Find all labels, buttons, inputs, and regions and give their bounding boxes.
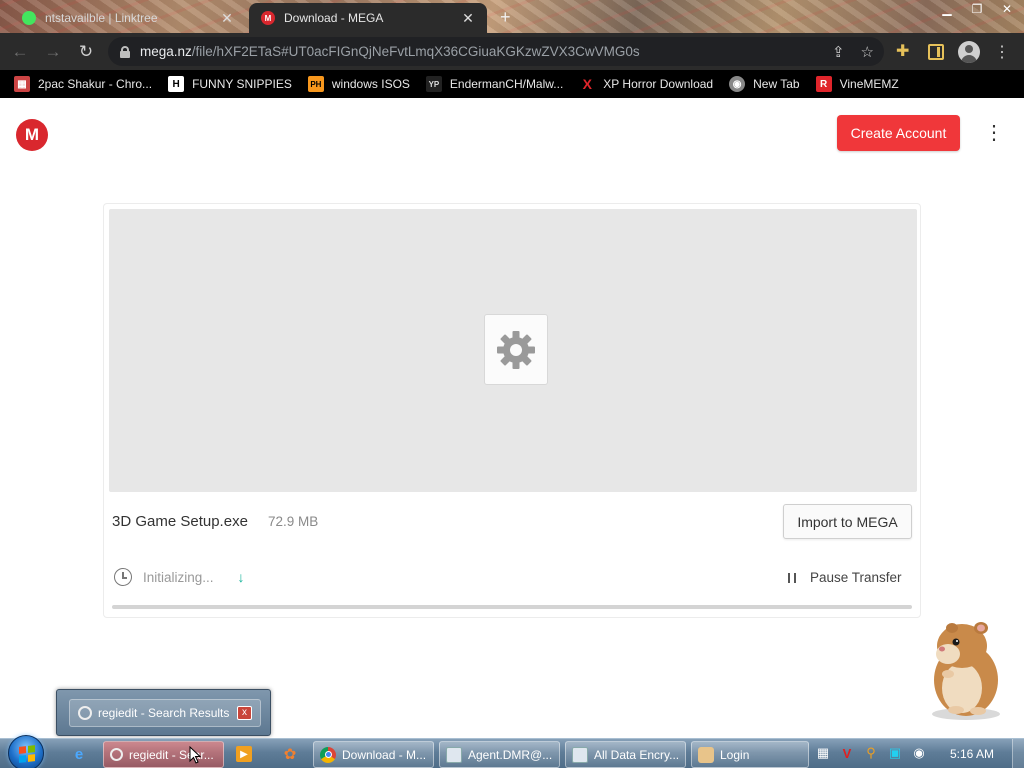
popup-title: regiedit - Search Results: [98, 706, 230, 720]
address-bar[interactable]: mega.nz/file/hXF2ETaS#UT0acFIGnQjNeFvtLm…: [108, 37, 884, 66]
file-preview-area: [109, 209, 917, 492]
status-text: Initializing...: [143, 569, 214, 585]
window-controls: ▁ ❐ ✕: [938, 2, 1016, 16]
taskbar-item-login[interactable]: Login: [691, 741, 809, 768]
x-icon: X: [582, 76, 592, 92]
share-icon[interactable]: ⇪: [832, 43, 845, 61]
calendar-icon: ▦: [14, 76, 30, 92]
transfer-status: Initializing... ↓: [114, 568, 245, 586]
bookmark-item[interactable]: X XP Horror Download: [579, 76, 714, 92]
tab-download-mega[interactable]: M Download - MEGA ✕: [249, 3, 487, 33]
import-to-mega-button[interactable]: Import to MEGA: [783, 504, 912, 539]
file-type-thumbnail: [484, 314, 548, 385]
ph-icon: PH: [307, 76, 324, 92]
paint-icon[interactable]: ✿: [279, 744, 301, 764]
side-panel-icon[interactable]: [928, 44, 944, 60]
taskbar-item-chrome[interactable]: Download - M...: [313, 741, 434, 768]
back-arrow-icon[interactable]: ←: [7, 42, 33, 62]
hamster-desktop-pet[interactable]: [918, 614, 1010, 722]
browser-tabstrip: ntstavailble | Linktree ✕ M Download - M…: [0, 0, 1024, 33]
display-icon[interactable]: ▣: [887, 745, 903, 761]
v-red-icon[interactable]: V: [839, 745, 855, 761]
login-icon: [698, 746, 714, 763]
r-icon: R: [815, 76, 832, 92]
create-account-button[interactable]: Create Account: [837, 115, 960, 151]
new-tab-button[interactable]: +: [500, 7, 511, 28]
taskbar-thumbnail-popup: regiedit - Search Results x: [56, 689, 271, 736]
h-icon: H: [168, 76, 185, 92]
file-name: 3D Game Setup.exe: [112, 513, 248, 530]
system-tray: ▦ V ⚲ ▣ ◉: [815, 745, 927, 761]
tab-linktree[interactable]: ntstavailble | Linktree ✕: [10, 3, 246, 33]
progress-bar: [112, 605, 912, 609]
pause-transfer-button[interactable]: Pause Transfer: [788, 570, 902, 585]
download-card: 3D Game Setup.exe 72.9 MB Import to MEGA…: [103, 203, 921, 618]
pause-icon: [788, 572, 796, 583]
windows-taskbar: e regiedit - Sear... ▶ ✿ Download - M...…: [0, 735, 1024, 768]
taskbar-clock[interactable]: 5:16 AM: [950, 747, 994, 761]
network-icon[interactable]: ▦: [815, 745, 831, 761]
mega-logo[interactable]: M: [16, 119, 48, 151]
globe-icon: ◉: [729, 76, 746, 92]
tab-title: Download - MEGA: [284, 11, 384, 25]
regiedit-icon: [110, 748, 123, 761]
download-arrow-icon: ↓: [237, 569, 245, 585]
reload-icon[interactable]: ↻: [73, 42, 99, 62]
bookmark-item[interactable]: H FUNNY SNIPPIES: [168, 76, 292, 92]
bookmark-item[interactable]: PH windows ISOS: [307, 76, 410, 92]
linktree-favicon-icon: [22, 11, 36, 25]
chrome-icon: [320, 746, 336, 763]
regiedit-icon: [78, 706, 92, 720]
browser-menu-icon[interactable]: ⋮: [994, 42, 1010, 62]
taskbar-item-all-data[interactable]: All Data Encry...: [565, 741, 686, 768]
browser-toolbar: ← → ↻ mega.nz/file/hXF2ETaS#UT0acFIGnQjN…: [0, 33, 1024, 70]
bookmarks-bar: ▦ 2pac Shakur - Chro... H FUNNY SNIPPIES…: [0, 70, 1024, 98]
forward-arrow-icon[interactable]: →: [40, 42, 66, 62]
extensions-puzzle-icon[interactable]: ✚: [896, 43, 914, 61]
bookmark-item[interactable]: ◉ New Tab: [729, 76, 800, 92]
popup-window-item[interactable]: regiedit - Search Results x: [69, 699, 261, 727]
close-icon[interactable]: ✕: [220, 10, 234, 27]
volume-icon[interactable]: ◉: [911, 745, 927, 761]
gear-icon: [497, 330, 535, 369]
bookmark-item[interactable]: R VineMEMZ: [815, 76, 899, 92]
file-size: 72.9 MB: [268, 514, 319, 529]
taskbar-item-regiedit[interactable]: regiedit - Sear...: [103, 741, 224, 768]
taskbar-item-agent[interactable]: Agent.DMR@...: [439, 741, 560, 768]
start-button[interactable]: [8, 735, 44, 768]
minimize-icon[interactable]: ▁: [938, 2, 956, 16]
folder-icon: [572, 746, 588, 763]
url-text: mega.nz/file/hXF2ETaS#UT0acFIGnQjNeFvtLm…: [140, 44, 640, 59]
media-player-icon[interactable]: ▶: [236, 746, 252, 762]
bookmark-item[interactable]: YP EndermanCH/Malw...: [425, 76, 563, 92]
pause-transfer-label: Pause Transfer: [810, 570, 902, 585]
window-icon: [446, 746, 462, 763]
mega-favicon-icon: M: [261, 11, 275, 25]
lock-icon[interactable]: [120, 45, 130, 58]
profile-avatar-icon[interactable]: [958, 41, 980, 63]
yp-icon: YP: [425, 76, 442, 92]
close-window-icon[interactable]: ✕: [998, 2, 1016, 16]
show-desktop-button[interactable]: [1012, 739, 1024, 768]
search-tray-icon[interactable]: ⚲: [863, 745, 879, 761]
close-icon[interactable]: ✕: [461, 10, 475, 27]
popup-close-icon[interactable]: x: [237, 706, 252, 720]
tab-title: ntstavailble | Linktree: [45, 11, 158, 25]
bookmark-item[interactable]: ▦ 2pac Shakur - Chro...: [14, 76, 152, 92]
restore-icon[interactable]: ❐: [968, 2, 986, 16]
bookmark-star-icon[interactable]: ☆: [861, 43, 874, 61]
page-menu-icon[interactable]: ⋮: [984, 122, 1004, 146]
clock-icon: [114, 568, 132, 586]
internet-explorer-icon[interactable]: e: [68, 744, 90, 764]
mouse-cursor-icon: [189, 746, 201, 764]
